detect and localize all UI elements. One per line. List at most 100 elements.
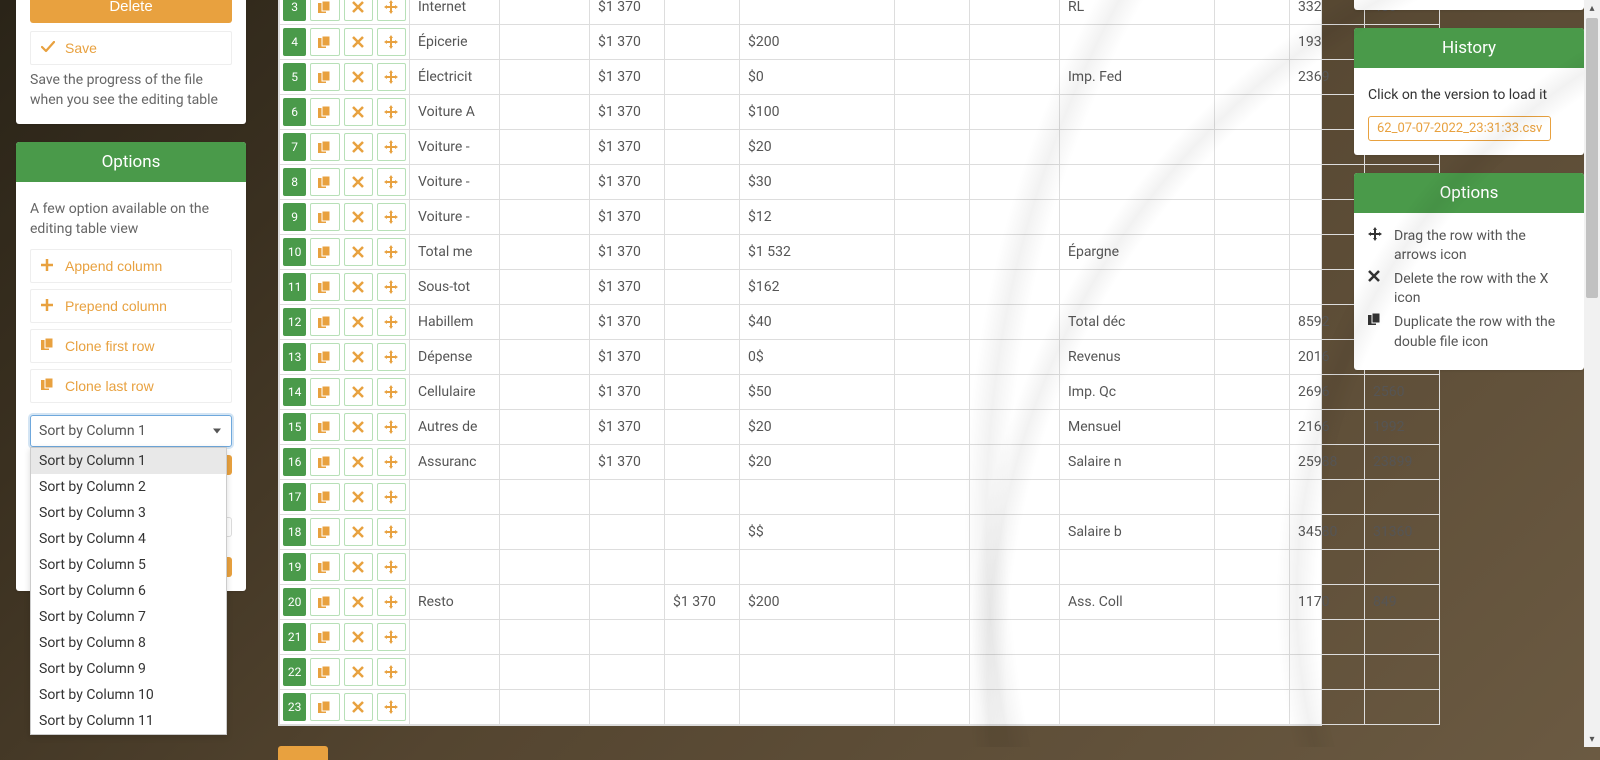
delete-row-button[interactable]	[344, 168, 373, 196]
table-cell[interactable]	[1215, 305, 1290, 340]
delete-row-button[interactable]	[344, 63, 373, 91]
table-cell[interactable]: $20	[740, 445, 895, 480]
sort-option[interactable]: Sort by Column 5	[31, 552, 226, 578]
move-row-handle[interactable]	[377, 553, 406, 581]
table-cell[interactable]: 31360	[1365, 515, 1440, 550]
sort-dropdown[interactable]: Sort by Column 1Sort by Column 2Sort by …	[30, 447, 227, 735]
table-cell[interactable]	[1365, 655, 1440, 690]
table-cell[interactable]: $100	[740, 95, 895, 130]
table-cell[interactable]	[1215, 620, 1290, 655]
table-cell[interactable]	[895, 515, 970, 550]
delete-row-button[interactable]	[344, 623, 373, 651]
table-cell[interactable]	[590, 620, 665, 655]
move-row-handle[interactable]	[377, 0, 406, 21]
table-cell[interactable]	[970, 340, 1060, 375]
duplicate-row-button[interactable]	[310, 273, 339, 301]
table-cell[interactable]: Voiture -	[410, 165, 500, 200]
table-cell[interactable]	[970, 305, 1060, 340]
table-cell[interactable]	[1215, 165, 1290, 200]
table-cell[interactable]: $162	[740, 270, 895, 305]
table-cell[interactable]	[1215, 60, 1290, 95]
table-cell[interactable]: Ass. Coll	[1060, 585, 1215, 620]
table-cell[interactable]	[1215, 410, 1290, 445]
table-cell[interactable]: Électricit	[410, 60, 500, 95]
table-cell[interactable]	[1060, 690, 1215, 725]
table-cell[interactable]: 1992	[1365, 410, 1440, 445]
table-cell[interactable]: 23899	[1365, 445, 1440, 480]
table-cell[interactable]	[665, 130, 740, 165]
table-cell[interactable]	[500, 270, 590, 305]
table-cell[interactable]	[665, 0, 740, 25]
table-cell[interactable]	[410, 655, 500, 690]
table-cell[interactable]	[590, 690, 665, 725]
table-cell[interactable]	[1365, 550, 1440, 585]
table-cell[interactable]: $1 370	[590, 25, 665, 60]
scrollbar-thumb[interactable]	[1586, 18, 1598, 298]
table-cell[interactable]	[895, 165, 970, 200]
table-cell[interactable]	[895, 550, 970, 585]
table-cell[interactable]	[740, 0, 895, 25]
table-cell[interactable]	[895, 25, 970, 60]
table-cell[interactable]	[590, 480, 665, 515]
table-cell[interactable]: 0$	[740, 340, 895, 375]
duplicate-row-button[interactable]	[310, 623, 339, 651]
history-file-link[interactable]: 62_07-07-2022_23:31:33.csv	[1368, 116, 1551, 141]
duplicate-row-button[interactable]	[310, 133, 339, 161]
sort-option[interactable]: Sort by Column 9	[31, 656, 226, 682]
move-row-handle[interactable]	[377, 28, 406, 56]
table-cell[interactable]: $1 370	[590, 60, 665, 95]
table-cell[interactable]	[1060, 655, 1215, 690]
table-cell[interactable]	[1215, 340, 1290, 375]
prepend-column-button[interactable]: Prepend column	[30, 289, 232, 323]
delete-row-button[interactable]	[344, 133, 373, 161]
table-cell[interactable]: $50	[740, 375, 895, 410]
table-cell[interactable]: $0	[740, 60, 895, 95]
delete-row-button[interactable]	[344, 343, 373, 371]
table-cell[interactable]	[1215, 375, 1290, 410]
table-cell[interactable]	[970, 620, 1060, 655]
table-cell[interactable]	[410, 480, 500, 515]
delete-row-button[interactable]	[344, 308, 373, 336]
table-cell[interactable]: $1 370	[590, 235, 665, 270]
table-cell[interactable]: 2166	[1290, 410, 1365, 445]
table-cell[interactable]: $$	[740, 515, 895, 550]
table-cell[interactable]: Habillem	[410, 305, 500, 340]
table-cell[interactable]	[500, 60, 590, 95]
delete-row-button[interactable]	[344, 518, 373, 546]
table-cell[interactable]	[895, 410, 970, 445]
table-cell[interactable]: $1 370	[590, 95, 665, 130]
table-cell[interactable]: Sous-tot	[410, 270, 500, 305]
table-cell[interactable]	[970, 95, 1060, 130]
move-row-handle[interactable]	[377, 63, 406, 91]
table-cell[interactable]	[970, 60, 1060, 95]
table-cell[interactable]	[1365, 480, 1440, 515]
duplicate-row-button[interactable]	[310, 553, 339, 581]
table-cell[interactable]	[895, 480, 970, 515]
move-row-handle[interactable]	[377, 518, 406, 546]
table-cell[interactable]: Voiture A	[410, 95, 500, 130]
table-cell[interactable]	[895, 130, 970, 165]
table-cell[interactable]	[410, 550, 500, 585]
delete-button[interactable]: Delete	[30, 0, 232, 23]
duplicate-row-button[interactable]	[310, 413, 339, 441]
table-cell[interactable]	[1060, 95, 1215, 130]
delete-row-button[interactable]	[344, 98, 373, 126]
table-cell[interactable]: $200	[740, 25, 895, 60]
table-cell[interactable]	[665, 690, 740, 725]
delete-row-button[interactable]	[344, 203, 373, 231]
table-cell[interactable]: $1 370	[590, 165, 665, 200]
table-cell[interactable]	[1215, 550, 1290, 585]
duplicate-row-button[interactable]	[310, 378, 339, 406]
move-row-handle[interactable]	[377, 483, 406, 511]
table-cell[interactable]	[895, 95, 970, 130]
page-scrollbar[interactable]: ▴ ▾	[1584, 0, 1600, 747]
table-cell[interactable]	[970, 25, 1060, 60]
move-row-handle[interactable]	[377, 693, 406, 721]
move-row-handle[interactable]	[377, 448, 406, 476]
table-cell[interactable]	[895, 620, 970, 655]
table-cell[interactable]: 34580	[1290, 515, 1365, 550]
table-cell[interactable]	[665, 60, 740, 95]
move-row-handle[interactable]	[377, 98, 406, 126]
table-cell[interactable]	[970, 130, 1060, 165]
table-cell[interactable]: $20	[740, 130, 895, 165]
